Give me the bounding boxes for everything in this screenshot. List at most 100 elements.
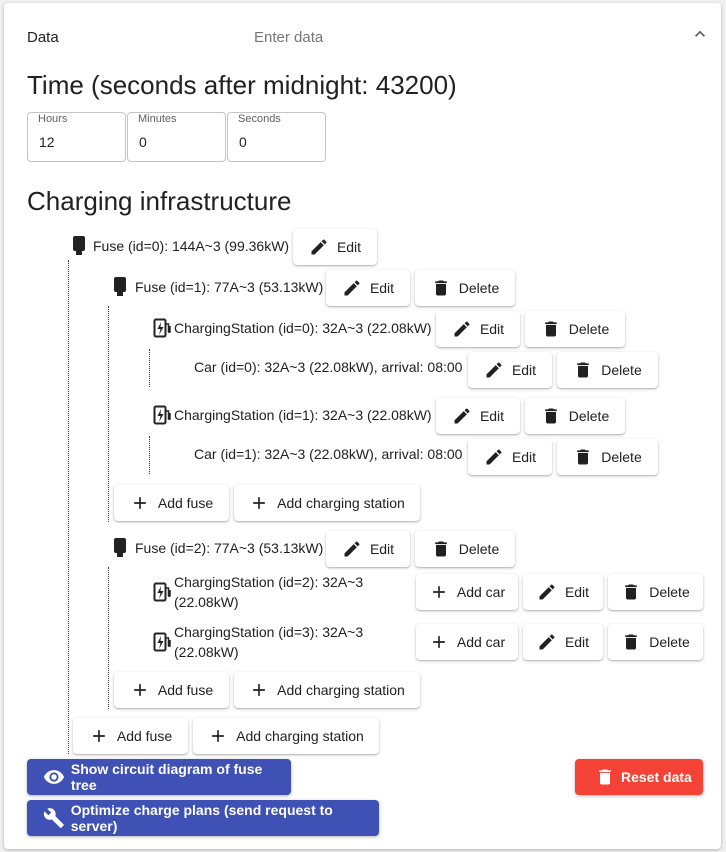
- edit-icon: [452, 406, 472, 426]
- edit-button[interactable]: Edit: [293, 229, 377, 265]
- edit-label: Edit: [369, 280, 395, 296]
- add-car-button[interactable]: Add car: [416, 624, 518, 660]
- edit-label: Edit: [564, 634, 590, 650]
- delete-icon: [541, 319, 561, 339]
- add-icon: [249, 493, 269, 513]
- add-icon: [429, 632, 449, 652]
- add-fuse-button[interactable]: Add fuse: [114, 485, 229, 521]
- chevron-up-icon[interactable]: [690, 24, 710, 44]
- add-car-label: Add car: [456, 634, 506, 650]
- minutes-label: Minutes: [138, 113, 177, 125]
- wrench-icon: [43, 808, 64, 828]
- edit-button[interactable]: Edit: [326, 531, 410, 567]
- time-heading: Time (seconds after midnight: 43200): [27, 70, 457, 100]
- add-charging-station-button[interactable]: Add charging station: [193, 718, 379, 754]
- car-label: Car (id=1): 32A~3 (22.08kW), arrival: 08…: [194, 446, 463, 462]
- fuse-icon: [113, 538, 127, 558]
- show-diagram-button[interactable]: Show circuit diagram of fuse tree: [27, 759, 291, 795]
- add-fuse-label: Add fuse: [157, 682, 214, 698]
- add-icon: [208, 726, 228, 746]
- delete-button[interactable]: Delete: [557, 439, 658, 475]
- charging-station-icon: [153, 405, 171, 425]
- add-car-button[interactable]: Add car: [416, 574, 518, 610]
- station-label: ChargingStation (id=3): 32A~3 (22.08kW): [174, 622, 363, 662]
- delete-icon: [599, 769, 611, 785]
- edit-button[interactable]: Edit: [326, 270, 410, 306]
- station-label-line: (22.08kW): [174, 594, 239, 610]
- tree-line-cs1: [149, 436, 150, 474]
- edit-button[interactable]: Edit: [468, 439, 552, 475]
- minutes-input[interactable]: 0: [139, 134, 219, 150]
- add-icon: [249, 680, 269, 700]
- edit-icon: [484, 447, 504, 467]
- station-label-line: (22.08kW): [174, 644, 239, 660]
- edit-icon: [484, 360, 504, 380]
- edit-label: Edit: [479, 321, 505, 337]
- delete-label: Delete: [649, 634, 690, 650]
- hours-input[interactable]: 12: [39, 134, 119, 150]
- delete-icon: [621, 582, 641, 602]
- edit-label: Edit: [511, 362, 537, 378]
- tree-line-fuse1: [108, 306, 109, 522]
- edit-label: Edit: [369, 541, 395, 557]
- panel-subtitle: Enter data: [254, 29, 324, 46]
- station-label: ChargingStation (id=1): 32A~3 (22.08kW): [174, 407, 432, 423]
- delete-label: Delete: [601, 449, 642, 465]
- station-label-line: ChargingStation (id=2): 32A~3: [174, 574, 364, 590]
- delete-button[interactable]: Delete: [608, 624, 703, 660]
- delete-label: Delete: [568, 321, 610, 337]
- minutes-field[interactable]: Minutes 0: [127, 112, 226, 162]
- add-fuse-label: Add fuse: [157, 495, 214, 511]
- add-station-label: Add charging station: [277, 495, 405, 511]
- fuse-node: Fuse (id=1): 77A~3 (53.13kW): [113, 277, 323, 297]
- edit-button[interactable]: Edit: [468, 352, 552, 388]
- edit-button[interactable]: Edit: [436, 311, 520, 347]
- add-fuse-button[interactable]: Add fuse: [114, 672, 229, 708]
- edit-button[interactable]: Edit: [523, 624, 603, 660]
- add-fuse-button[interactable]: Add fuse: [73, 718, 188, 754]
- delete-button[interactable]: Delete: [557, 352, 658, 388]
- add-charging-station-button[interactable]: Add charging station: [234, 672, 420, 708]
- optimize-button[interactable]: Optimize charge plans (send request to s…: [27, 800, 379, 836]
- delete-button[interactable]: Delete: [525, 398, 625, 434]
- edit-button[interactable]: Edit: [436, 398, 520, 434]
- delete-icon: [573, 447, 593, 467]
- fuse-label: Fuse (id=0): 144A~3 (99.36kW): [93, 238, 290, 254]
- add-icon: [429, 582, 449, 602]
- car-label: Car (id=0): 32A~3 (22.08kW), arrival: 08…: [194, 359, 463, 375]
- edit-icon: [537, 582, 557, 602]
- tree-line-fuse0: [68, 260, 69, 754]
- show-diagram-label: Show circuit diagram of fuse tree: [70, 761, 263, 793]
- delete-label: Delete: [568, 408, 610, 424]
- station-label-line: ChargingStation (id=3): 32A~3: [174, 624, 364, 640]
- edit-icon: [342, 278, 362, 298]
- hours-field[interactable]: Hours 12: [27, 112, 126, 162]
- add-fuse-label: Add fuse: [116, 728, 173, 744]
- delete-button[interactable]: Delete: [415, 531, 515, 567]
- edit-icon: [452, 319, 472, 339]
- infra-heading: Charging infrastructure: [27, 186, 292, 216]
- delete-button[interactable]: Delete: [608, 574, 703, 610]
- delete-icon: [621, 632, 641, 652]
- delete-icon: [431, 539, 451, 559]
- charging-station-icon: [153, 582, 171, 602]
- edit-label: Edit: [336, 239, 362, 255]
- edit-label: Edit: [564, 584, 590, 600]
- delete-button[interactable]: Delete: [525, 311, 625, 347]
- delete-label: Delete: [649, 584, 690, 600]
- station-label: ChargingStation (id=0): 32A~3 (22.08kW): [174, 320, 432, 336]
- car-node: Car (id=0): 32A~3 (22.08kW), arrival: 08…: [194, 359, 462, 375]
- seconds-input[interactable]: 0: [239, 134, 319, 150]
- delete-label: Delete: [601, 362, 642, 378]
- fuse-icon: [72, 236, 86, 256]
- delete-button[interactable]: Delete: [415, 270, 515, 306]
- seconds-field[interactable]: Seconds 0: [227, 112, 326, 162]
- delete-icon: [573, 360, 593, 380]
- add-charging-station-button[interactable]: Add charging station: [234, 485, 420, 521]
- fuse-icon: [113, 277, 127, 297]
- edit-icon: [309, 237, 329, 257]
- add-station-label: Add charging station: [236, 728, 364, 744]
- edit-button[interactable]: Edit: [523, 574, 603, 610]
- reset-data-button[interactable]: Reset data: [575, 759, 703, 795]
- car-node: Car (id=1): 32A~3 (22.08kW), arrival: 08…: [194, 446, 462, 462]
